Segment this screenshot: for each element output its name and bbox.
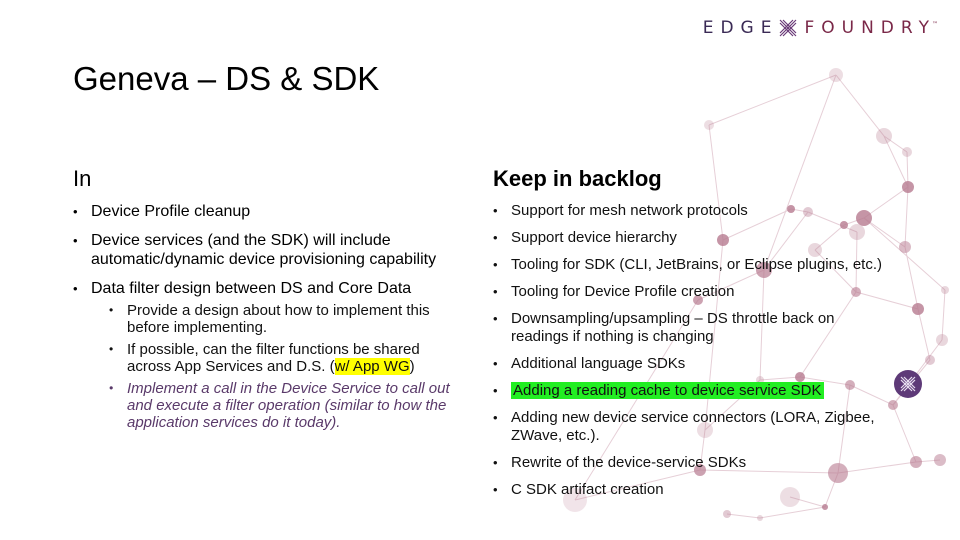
list-item: C SDK artifact creation bbox=[493, 481, 893, 499]
network-node bbox=[910, 456, 922, 468]
network-edge bbox=[917, 308, 931, 361]
list-item: Device Profile cleanup bbox=[73, 202, 463, 221]
list-item-text: C SDK artifact creation bbox=[511, 481, 664, 498]
list-item-text: Device services (and the SDK) will inclu… bbox=[91, 232, 437, 268]
edgex-foundry-logo: EDGE FOUNDRY ™ bbox=[703, 18, 938, 38]
sub-list: Provide a design about how to implement … bbox=[109, 302, 463, 431]
logo-text-foundry: FOUNDRY bbox=[804, 18, 936, 38]
x-badge-icon bbox=[894, 370, 922, 398]
sub-list-item: Provide a design about how to implement … bbox=[109, 302, 463, 336]
sub-list-item-text: ) bbox=[409, 358, 415, 375]
list-item: Tooling for SDK (CLI, JetBrains, or Ecli… bbox=[493, 256, 893, 274]
list-item-text: Additional language SDKs bbox=[511, 355, 686, 372]
list-item-text: Downsampling/upsampling – DS throttle ba… bbox=[511, 310, 835, 345]
network-node bbox=[902, 181, 914, 193]
sub-list-item-text: Provide a design about how to implement … bbox=[127, 302, 430, 336]
sub-list-item-text: Implement a call in the Device Service t… bbox=[127, 380, 450, 431]
network-node bbox=[934, 454, 946, 466]
list-item: Support device hierarchy bbox=[493, 229, 893, 247]
logo-text-edge: EDGE bbox=[702, 18, 779, 38]
list-item-text: Support device hierarchy bbox=[511, 229, 677, 246]
list-item: Support for mesh network protocols bbox=[493, 202, 893, 220]
in-column: In Device Profile cleanup Device service… bbox=[73, 166, 463, 441]
logo-trademark: ™ bbox=[932, 20, 938, 28]
network-edge bbox=[708, 74, 837, 126]
list-item: Tooling for Device Profile creation bbox=[493, 283, 893, 301]
list-item-text: Rewrite of the device-service SDKs bbox=[511, 454, 747, 471]
list-item: Device services (and the SDK) will inclu… bbox=[73, 231, 463, 269]
network-node bbox=[941, 286, 949, 294]
list-item: Downsampling/upsampling – DS throttle ba… bbox=[493, 310, 893, 346]
network-edge bbox=[892, 404, 917, 463]
slide-title: Geneva – DS & SDK bbox=[73, 60, 380, 97]
backlog-list: Support for mesh network protocols Suppo… bbox=[493, 202, 893, 499]
network-edge bbox=[941, 289, 946, 341]
list-item-text: Adding new device service connectors (LO… bbox=[511, 409, 875, 444]
list-item-text: Tooling for SDK (CLI, JetBrains, or Ecli… bbox=[511, 256, 882, 273]
list-item: Additional language SDKs bbox=[493, 355, 893, 373]
network-edge bbox=[904, 246, 919, 310]
in-heading: In bbox=[73, 166, 92, 191]
network-edge bbox=[904, 186, 909, 248]
network-node bbox=[899, 241, 911, 253]
network-node bbox=[723, 510, 731, 518]
backlog-column: Keep in backlog Support for mesh network… bbox=[493, 166, 893, 508]
list-item-text: Support for mesh network protocols bbox=[511, 202, 748, 219]
list-item-text: Device Profile cleanup bbox=[91, 203, 251, 220]
network-node bbox=[704, 120, 714, 130]
backlog-heading: Keep in backlog bbox=[493, 166, 662, 191]
network-node bbox=[829, 68, 843, 82]
highlighted-text: Adding a reading cache to device service… bbox=[511, 382, 824, 399]
list-item-text: Data filter design between DS and Core D… bbox=[91, 280, 412, 297]
network-edge bbox=[726, 513, 761, 519]
in-list: Device Profile cleanup Device services (… bbox=[73, 202, 463, 431]
network-edge bbox=[759, 506, 826, 519]
highlighted-text: w/ App WG bbox=[334, 358, 410, 375]
sub-list-item: Implement a call in the Device Service t… bbox=[109, 380, 463, 431]
network-node bbox=[925, 355, 935, 365]
list-item: Data filter design between DS and Core D… bbox=[73, 279, 463, 431]
list-item: Rewrite of the device-service SDKs bbox=[493, 454, 893, 472]
list-item: Adding new device service connectors (LO… bbox=[493, 409, 893, 445]
network-node bbox=[912, 303, 924, 315]
network-node bbox=[876, 128, 892, 144]
sub-list-item: If possible, can the filter functions be… bbox=[109, 341, 463, 375]
network-node bbox=[936, 334, 948, 346]
network-node bbox=[902, 147, 912, 157]
x-logo-icon bbox=[780, 19, 797, 37]
list-item: Adding a reading cache to device service… bbox=[493, 382, 893, 400]
network-edge bbox=[835, 74, 885, 137]
network-node bbox=[757, 515, 763, 521]
list-item-text: Tooling for Device Profile creation bbox=[511, 283, 735, 300]
x-icon bbox=[900, 376, 916, 392]
